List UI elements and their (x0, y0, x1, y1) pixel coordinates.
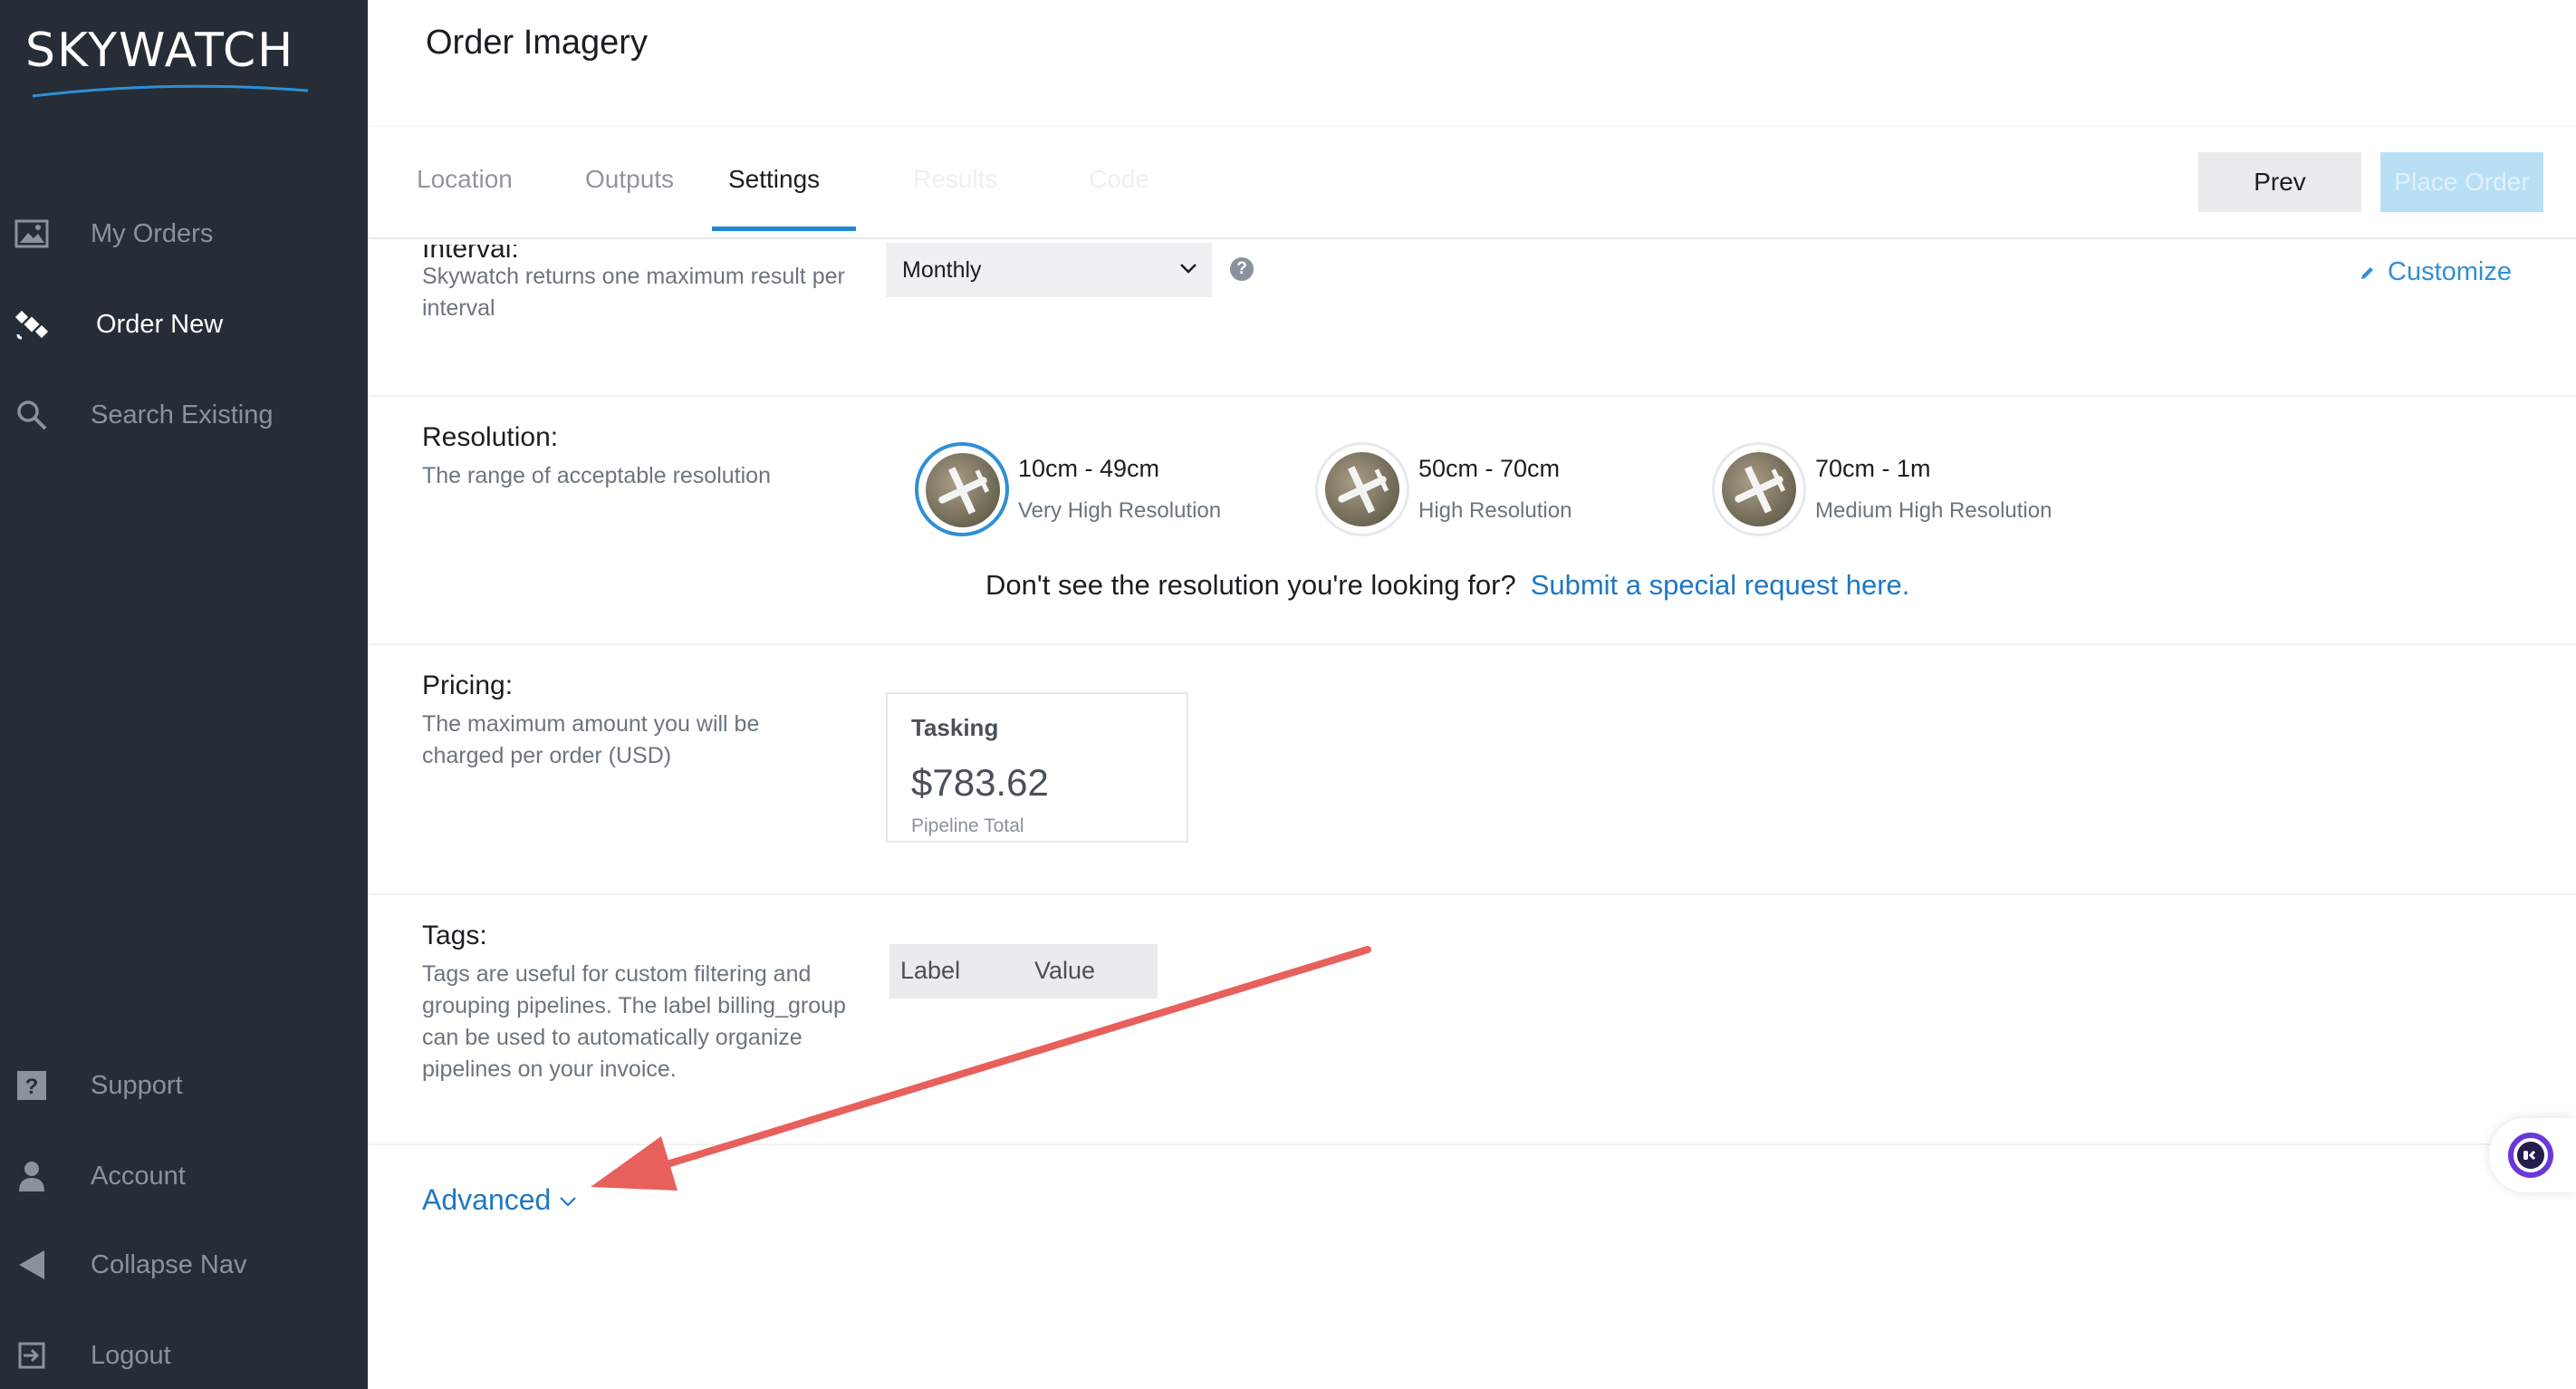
annotation-arrow (591, 946, 1371, 1191)
